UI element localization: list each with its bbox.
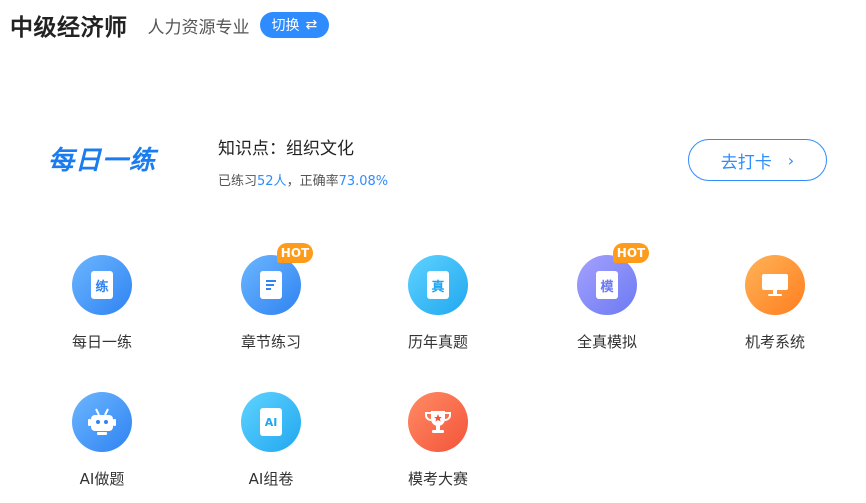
robot-icon (72, 392, 132, 452)
chevron-right-icon: › (787, 150, 795, 170)
tile-label: 每日一练 (71, 333, 132, 351)
mock-exam-doc-icon: 模 (577, 255, 637, 315)
tile-label: 历年真题 (407, 333, 468, 351)
tile-label: 模考大赛 (407, 470, 468, 488)
tile-mock-contest[interactable]: 模考大赛 (378, 392, 498, 502)
computer-exam-monitor-icon (745, 255, 805, 315)
tile-computer-exam[interactable]: 机考系统 (715, 255, 835, 365)
daily-practice-logo: 每日一练 (48, 146, 157, 176)
doc-glyph: 模 (596, 271, 618, 299)
tile-mock-exam[interactable]: 模 HOT 全真模拟 (547, 243, 667, 365)
tile-label: 机考系统 (744, 333, 805, 351)
tile-ai-compose[interactable]: AI AI组卷 (211, 392, 331, 502)
practice-doc-icon: 练 (72, 255, 132, 315)
daily-stats: 已练习52人，正确率73.08% (218, 170, 388, 189)
tile-ai-questions[interactable]: AI做题 (42, 392, 162, 502)
doc-glyph: 练 (91, 271, 113, 299)
check-in-label: 去打卡 (720, 152, 772, 173)
check-in-button[interactable]: 去打卡 › (688, 139, 827, 181)
stats-mid: ，正确率 (286, 174, 339, 189)
ai-doc-icon: AI (241, 392, 301, 452)
tile-label: 章节练习 (240, 333, 301, 351)
daily-topic: 知识点：组织文化 (218, 134, 354, 159)
practiced-count: 52人 (257, 174, 287, 189)
tile-daily-practice[interactable]: 练 每日一练 (42, 255, 162, 365)
subject-name: 人力资源专业 (147, 17, 250, 38)
tile-label: AI组卷 (248, 470, 294, 488)
hot-badge: HOT (277, 243, 313, 263)
trophy-glyph (425, 411, 451, 433)
swap-arrows-icon: ⇄ (305, 17, 318, 33)
tile-label: AI做题 (79, 470, 125, 488)
header: 中级经济师 人力资源专业 切换 ⇄ (10, 0, 330, 50)
page: 中级经济师 人力资源专业 切换 ⇄ 每日一练 知识点：组织文化 已练习52人，正… (0, 0, 866, 503)
monitor-icon (762, 274, 788, 296)
chapter-doc-icon (241, 255, 301, 315)
tile-label: 全真模拟 (576, 333, 637, 351)
past-papers-doc-icon: 真 (408, 255, 468, 315)
accuracy-rate: 73.08% (338, 174, 389, 189)
doc-lines (260, 271, 282, 299)
hot-badge: HOT (613, 243, 649, 263)
switch-label: 切换 (271, 18, 300, 34)
tile-chapter-practice[interactable]: HOT 章节练习 (211, 243, 331, 365)
doc-glyph: 真 (427, 271, 449, 299)
switch-subject-button[interactable]: 切换 ⇄ (259, 12, 330, 38)
trophy-icon (408, 392, 468, 452)
robot-glyph (88, 408, 116, 435)
exam-title: 中级经济师 (10, 15, 128, 41)
topic-label: 知识点： (218, 139, 286, 159)
topic-value: 组织文化 (286, 139, 354, 159)
doc-glyph: AI (260, 408, 282, 436)
stats-prefix: 已练习 (218, 174, 258, 189)
lines-icon (266, 280, 276, 290)
tile-past-papers[interactable]: 真 历年真题 (378, 255, 498, 365)
